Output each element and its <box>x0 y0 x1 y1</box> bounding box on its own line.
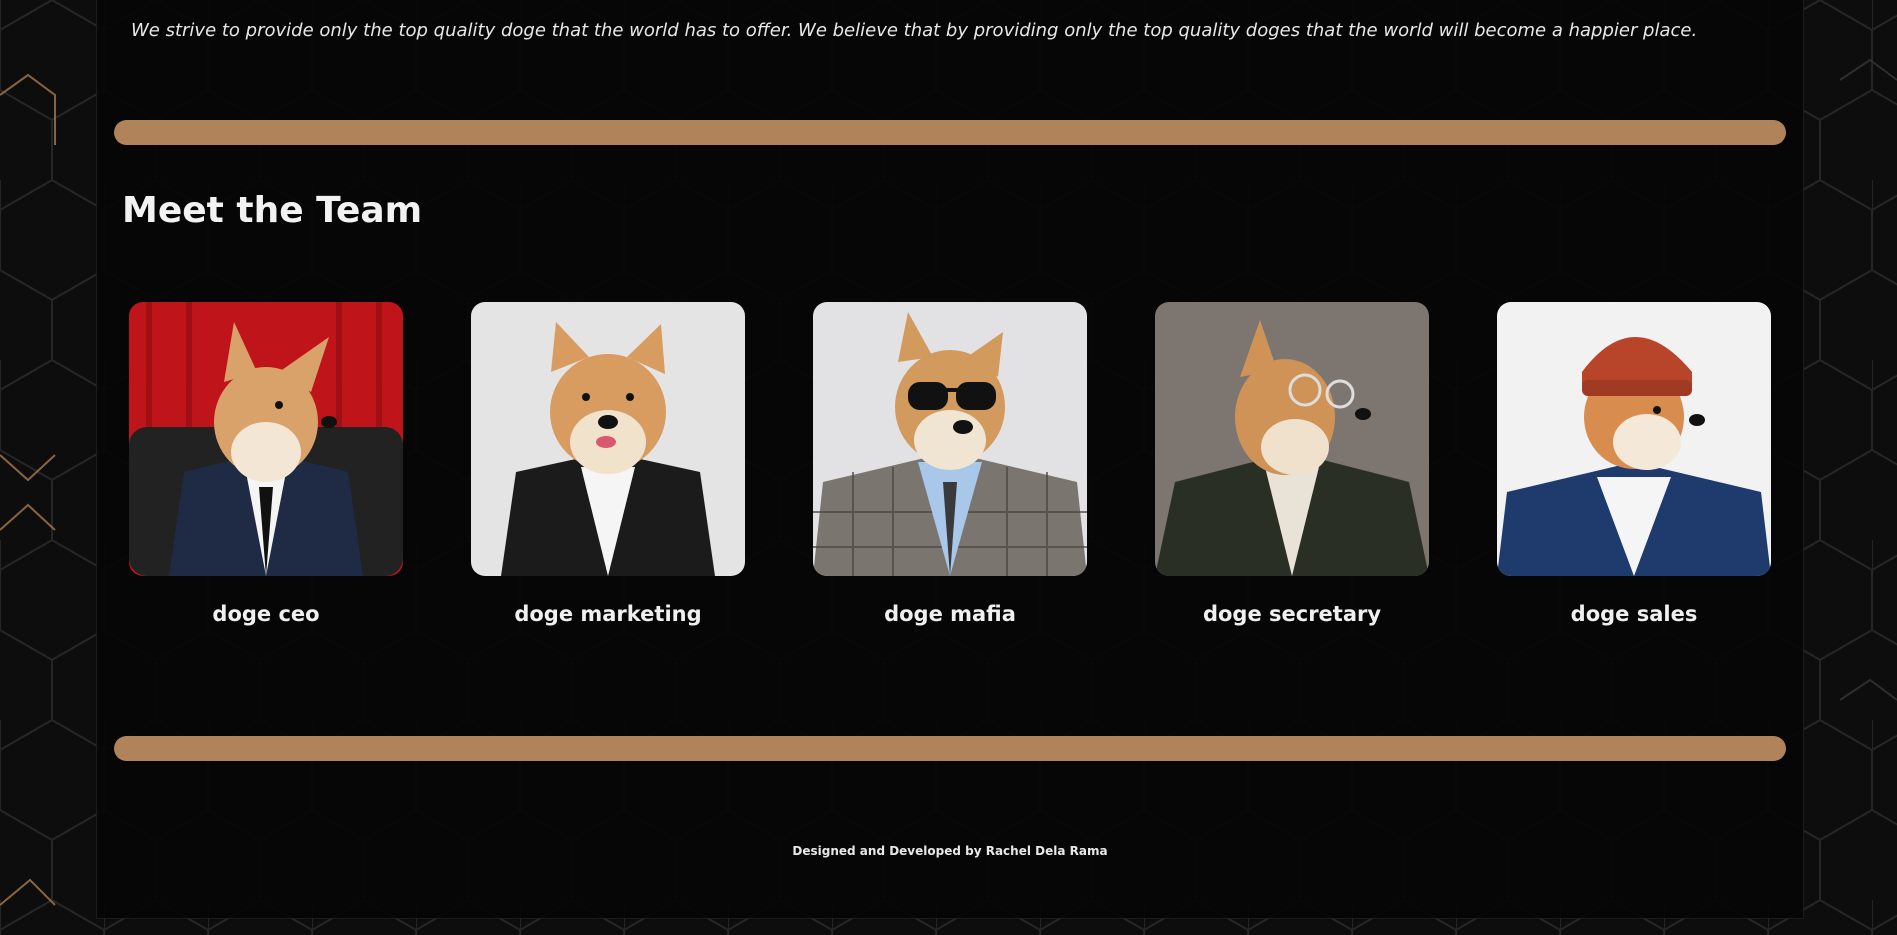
team-member-mafia: doge mafia <box>813 302 1087 626</box>
section-divider-top <box>114 120 1786 145</box>
member-name: doge mafia <box>884 602 1016 626</box>
doge-marketing-photo <box>471 302 745 576</box>
team-heading: Meet the Team <box>122 190 423 231</box>
doge-sales-photo <box>1497 302 1771 576</box>
member-name: doge ceo <box>212 602 320 626</box>
member-name: doge sales <box>1570 602 1698 626</box>
team-grid: doge ceo doge marketing doge mafia doge … <box>129 302 1775 642</box>
member-name: doge secretary <box>1202 602 1382 626</box>
doge-ceo-photo <box>129 302 403 576</box>
team-member-secretary: doge secretary <box>1155 302 1429 626</box>
footer-credit: Designed and Developed by Rachel Dela Ra… <box>792 844 1108 858</box>
doge-mafia-photo <box>813 302 1087 576</box>
page-container: We strive to provide only the top qualit… <box>96 0 1804 919</box>
team-member-ceo: doge ceo <box>129 302 403 626</box>
team-member-marketing: doge marketing <box>471 302 745 626</box>
section-divider-bottom <box>114 736 1786 761</box>
member-name: doge marketing <box>514 602 702 626</box>
mission-statement: We strive to provide only the top qualit… <box>131 20 1698 41</box>
team-member-sales: doge sales <box>1497 302 1771 626</box>
doge-secretary-photo <box>1155 302 1429 576</box>
